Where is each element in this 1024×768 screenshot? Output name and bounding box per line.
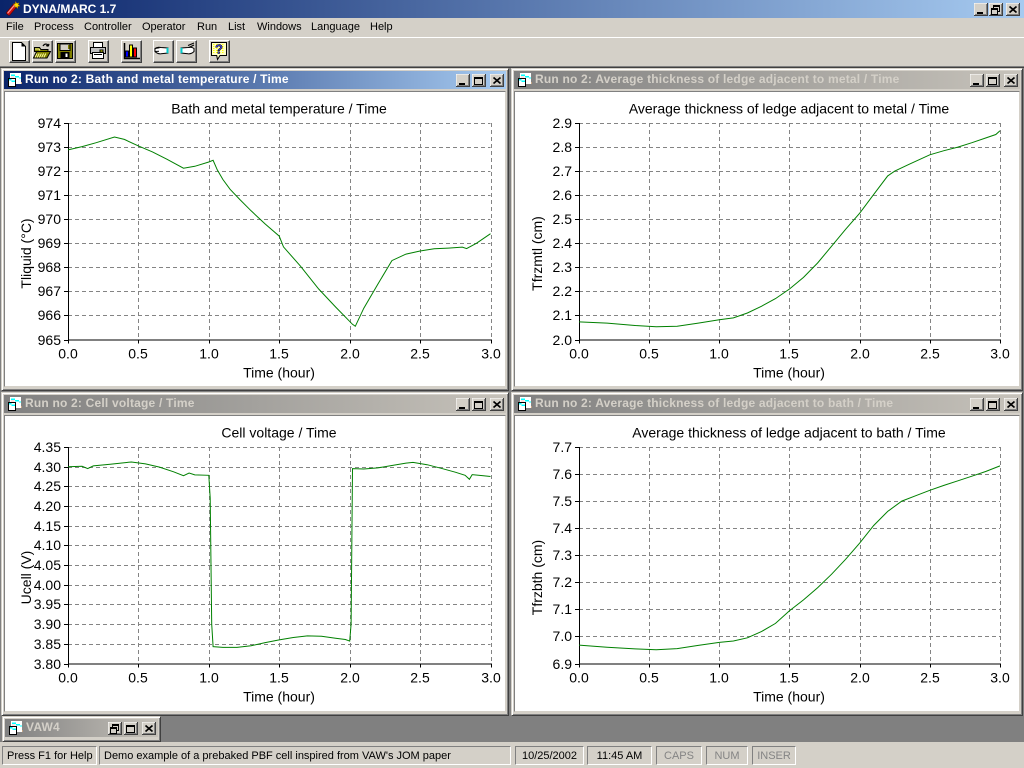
svg-text:4.15: 4.15 xyxy=(34,518,61,534)
svg-text:2.6: 2.6 xyxy=(553,187,573,203)
svg-text:974: 974 xyxy=(38,115,62,131)
svg-text:3.90: 3.90 xyxy=(34,616,61,632)
svg-text:4.30: 4.30 xyxy=(34,459,61,475)
svg-text:Bath and metal temperature / T: Bath and metal temperature / Time xyxy=(171,101,387,117)
svg-text:1.5: 1.5 xyxy=(269,346,289,362)
svg-text:4.25: 4.25 xyxy=(34,478,61,494)
svg-text:Tfrzmtl (cm): Tfrzmtl (cm) xyxy=(529,216,545,291)
svg-text:1.5: 1.5 xyxy=(269,670,289,686)
svg-text:7.7: 7.7 xyxy=(553,439,573,455)
svg-text:0.0: 0.0 xyxy=(58,670,78,686)
svg-text:Time (hour): Time (hour) xyxy=(753,689,825,705)
svg-text:966: 966 xyxy=(38,307,62,323)
svg-text:Average thickness of ledge adj: Average thickness of ledge adjacent to m… xyxy=(629,101,950,117)
svg-text:1.5: 1.5 xyxy=(779,346,799,362)
svg-text:3.0: 3.0 xyxy=(481,346,501,362)
svg-text:1.0: 1.0 xyxy=(709,670,729,686)
svg-text:4.20: 4.20 xyxy=(34,498,61,514)
svg-text:2.0: 2.0 xyxy=(850,670,870,686)
svg-text:2.9: 2.9 xyxy=(553,115,573,131)
svg-text:2.1: 2.1 xyxy=(553,307,573,323)
svg-text:2.0: 2.0 xyxy=(340,346,360,362)
svg-text:2.7: 2.7 xyxy=(553,163,573,179)
svg-text:2.0: 2.0 xyxy=(850,346,870,362)
svg-text:969: 969 xyxy=(38,235,62,251)
svg-text:2.2: 2.2 xyxy=(553,283,573,299)
svg-text:7.3: 7.3 xyxy=(553,547,573,563)
svg-text:973: 973 xyxy=(38,139,62,155)
svg-text:2.5: 2.5 xyxy=(410,670,430,686)
svg-text:0.5: 0.5 xyxy=(128,346,148,362)
svg-text:4.05: 4.05 xyxy=(34,557,61,573)
svg-text:7.0: 7.0 xyxy=(553,628,573,644)
svg-text:1.0: 1.0 xyxy=(199,346,219,362)
svg-text:3.85: 3.85 xyxy=(34,636,61,652)
svg-text:2.5: 2.5 xyxy=(920,346,940,362)
svg-text:2.4: 2.4 xyxy=(553,235,573,251)
svg-text:2.8: 2.8 xyxy=(553,139,573,155)
svg-text:7.2: 7.2 xyxy=(553,574,573,590)
svg-text:0.0: 0.0 xyxy=(58,346,78,362)
svg-text:3.80: 3.80 xyxy=(34,656,61,672)
svg-text:Cell voltage / Time: Cell voltage / Time xyxy=(221,425,336,441)
svg-text:Tfrzbth (cm): Tfrzbth (cm) xyxy=(529,540,545,615)
svg-text:Time (hour): Time (hour) xyxy=(753,365,825,381)
svg-text:967: 967 xyxy=(38,283,62,299)
svg-text:0.5: 0.5 xyxy=(639,670,659,686)
svg-text:3.0: 3.0 xyxy=(481,670,501,686)
svg-text:2.5: 2.5 xyxy=(553,211,573,227)
svg-text:Time (hour): Time (hour) xyxy=(243,365,315,381)
svg-text:Time (hour): Time (hour) xyxy=(243,689,315,705)
svg-text:972: 972 xyxy=(38,163,62,179)
svg-text:?: ? xyxy=(215,42,223,57)
svg-text:0.0: 0.0 xyxy=(569,670,589,686)
svg-text:3.0: 3.0 xyxy=(990,346,1010,362)
svg-text:0.5: 0.5 xyxy=(128,670,148,686)
svg-text:2.5: 2.5 xyxy=(920,670,940,686)
svg-text:7.5: 7.5 xyxy=(553,493,573,509)
svg-text:968: 968 xyxy=(38,259,62,275)
svg-text:4.10: 4.10 xyxy=(34,537,61,553)
svg-text:1.0: 1.0 xyxy=(199,670,219,686)
svg-text:Ucell (V): Ucell (V) xyxy=(18,551,34,605)
svg-text:Tliquid (°C): Tliquid (°C) xyxy=(18,218,34,288)
svg-text:7.4: 7.4 xyxy=(553,520,573,536)
svg-text:4.00: 4.00 xyxy=(34,577,61,593)
svg-text:2.5: 2.5 xyxy=(410,346,430,362)
svg-text:3.0: 3.0 xyxy=(990,670,1010,686)
svg-text:2.0: 2.0 xyxy=(340,670,360,686)
svg-text:2.3: 2.3 xyxy=(553,259,573,275)
svg-text:4.35: 4.35 xyxy=(34,439,61,455)
svg-text:971: 971 xyxy=(38,187,62,203)
svg-text:7.6: 7.6 xyxy=(553,466,573,482)
svg-text:1.5: 1.5 xyxy=(779,670,799,686)
svg-text:970: 970 xyxy=(38,211,62,227)
svg-text:0.5: 0.5 xyxy=(639,346,659,362)
svg-text:Average thickness of ledge adj: Average thickness of ledge adjacent to b… xyxy=(632,425,946,441)
svg-text:7.1: 7.1 xyxy=(553,601,573,617)
svg-text:3.95: 3.95 xyxy=(34,596,61,612)
svg-text:1.0: 1.0 xyxy=(709,346,729,362)
svg-text:0.0: 0.0 xyxy=(569,346,589,362)
